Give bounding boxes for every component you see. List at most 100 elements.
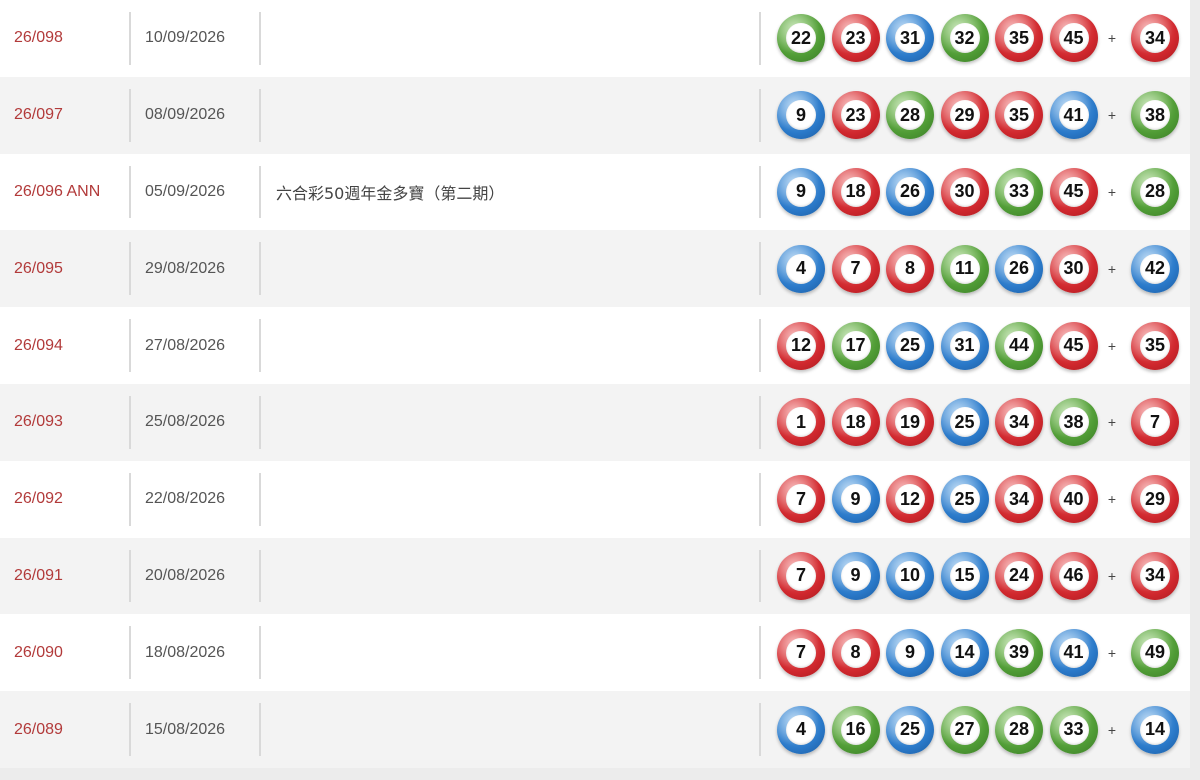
- number-ball: 45: [1049, 321, 1098, 370]
- ball-number: 45: [1058, 176, 1089, 207]
- draw-number-link[interactable]: 26/093: [14, 384, 63, 461]
- column-divider: [259, 242, 261, 296]
- column-divider: [259, 319, 261, 372]
- number-ball: 12: [886, 475, 934, 524]
- column-divider: [129, 165, 131, 219]
- ball-number: 7: [786, 637, 816, 668]
- column-divider: [259, 549, 261, 603]
- ball-number: 8: [895, 253, 925, 284]
- column-divider: [129, 472, 131, 526]
- number-ball: 9: [831, 475, 880, 524]
- number-ball: 40: [1049, 475, 1098, 524]
- column-divider: [129, 549, 131, 603]
- ball-number: 26: [1004, 253, 1034, 284]
- number-ball: 29: [940, 91, 989, 140]
- special-ball-number: 29: [1140, 484, 1170, 515]
- draw-number-link[interactable]: 26/095: [14, 230, 63, 307]
- ball-number: 4: [786, 714, 816, 745]
- ball-number: 30: [949, 176, 980, 207]
- ball-number: 30: [1058, 253, 1089, 284]
- plus-sign: +: [1107, 30, 1117, 47]
- number-ball: 24: [995, 551, 1043, 600]
- table-row: 26/092 22/08/2026 7 9 12 25 34 40 +29: [0, 461, 1190, 538]
- draw-date: 10/09/2026: [145, 29, 226, 47]
- number-ball: 33: [995, 167, 1043, 216]
- winning-numbers: 12 17 25 31 44 45 +35: [777, 307, 1179, 384]
- number-ball: 8: [886, 244, 934, 293]
- ball-number: 12: [895, 484, 925, 515]
- ball-number: 46: [1058, 560, 1089, 591]
- draw-number-link[interactable]: 26/096 ANN: [14, 154, 100, 231]
- number-ball: 25: [940, 475, 989, 524]
- number-ball: 16: [831, 705, 880, 754]
- number-ball: 25: [940, 398, 989, 447]
- table-row: 26/096 ANN 05/09/2026 六合彩50週年金多寶（第二期） 9 18 26…: [0, 154, 1190, 231]
- column-divider: [259, 395, 261, 449]
- column-divider: [129, 703, 131, 756]
- special-ball-number: 49: [1140, 637, 1170, 668]
- ball-number: 39: [1004, 637, 1034, 668]
- draw-date: 27/08/2026: [145, 336, 226, 354]
- number-ball: 35: [995, 91, 1043, 140]
- column-divider: [129, 319, 131, 372]
- special-number-ball: 29: [1131, 475, 1179, 524]
- ball-number: 25: [895, 330, 925, 361]
- ball-number: 31: [949, 330, 980, 361]
- ball-number: 32: [949, 23, 980, 54]
- draw-date: 20/08/2026: [145, 566, 226, 584]
- ball-number: 38: [1058, 407, 1089, 438]
- column-divider: [759, 395, 761, 449]
- ball-number: 23: [840, 100, 871, 131]
- ball-number: 18: [840, 176, 871, 207]
- draw-number-link[interactable]: 26/090: [14, 614, 63, 691]
- column-divider: [759, 242, 761, 296]
- number-ball: 23: [831, 91, 880, 140]
- number-ball: 31: [940, 321, 989, 370]
- ball-number: 41: [1058, 100, 1089, 131]
- plus-sign: +: [1107, 183, 1117, 200]
- table-row: 26/090 18/08/2026 7 8 9 14 39 41 +49: [0, 614, 1190, 691]
- special-ball-number: 34: [1140, 560, 1170, 591]
- column-divider: [759, 549, 761, 603]
- ball-number: 35: [1004, 23, 1034, 54]
- plus-sign: +: [1107, 260, 1117, 277]
- ball-number: 35: [1004, 100, 1034, 131]
- table-row: 26/093 25/08/2026 1 18 19 25 34 38 +7: [0, 383, 1190, 461]
- draw-number-link[interactable]: 26/091: [14, 538, 63, 615]
- ball-number: 25: [895, 714, 925, 745]
- number-ball: 33: [1049, 705, 1098, 754]
- number-ball: 7: [831, 244, 880, 293]
- number-ball: 4: [777, 705, 825, 754]
- number-ball: 9: [886, 628, 934, 677]
- special-ball-number: 28: [1140, 176, 1170, 207]
- draw-number-link[interactable]: 26/098: [14, 0, 63, 77]
- draw-number-link[interactable]: 26/092: [14, 461, 63, 538]
- winning-numbers: 9 18 26 30 33 45 +28: [777, 154, 1179, 231]
- ball-number: 9: [786, 100, 816, 131]
- column-divider: [129, 626, 131, 680]
- special-ball-number: 35: [1140, 330, 1170, 361]
- number-ball: 25: [886, 321, 934, 370]
- plus-sign: +: [1107, 491, 1117, 508]
- ball-number: 9: [895, 637, 925, 668]
- ball-number: 34: [1004, 484, 1034, 515]
- number-ball: 18: [831, 398, 880, 447]
- column-divider: [129, 12, 131, 65]
- number-ball: 34: [995, 398, 1043, 447]
- winning-numbers: 9 23 28 29 35 41 +38: [777, 77, 1179, 154]
- number-ball: 26: [886, 167, 934, 216]
- number-ball: 19: [886, 398, 934, 447]
- draw-number-link[interactable]: 26/097: [14, 77, 63, 154]
- number-ball: 30: [940, 167, 989, 216]
- column-divider: [759, 472, 761, 526]
- number-ball: 9: [831, 551, 880, 600]
- number-ball: 9: [777, 167, 825, 216]
- draw-number-link[interactable]: 26/094: [14, 307, 63, 384]
- draw-date: 22/08/2026: [145, 490, 226, 508]
- column-divider: [129, 88, 131, 142]
- plus-sign: +: [1107, 107, 1117, 124]
- draw-date: 25/08/2026: [145, 413, 226, 431]
- ball-number: 7: [786, 560, 816, 591]
- number-ball: 7: [777, 628, 825, 677]
- draw-number-link[interactable]: 26/089: [14, 691, 63, 768]
